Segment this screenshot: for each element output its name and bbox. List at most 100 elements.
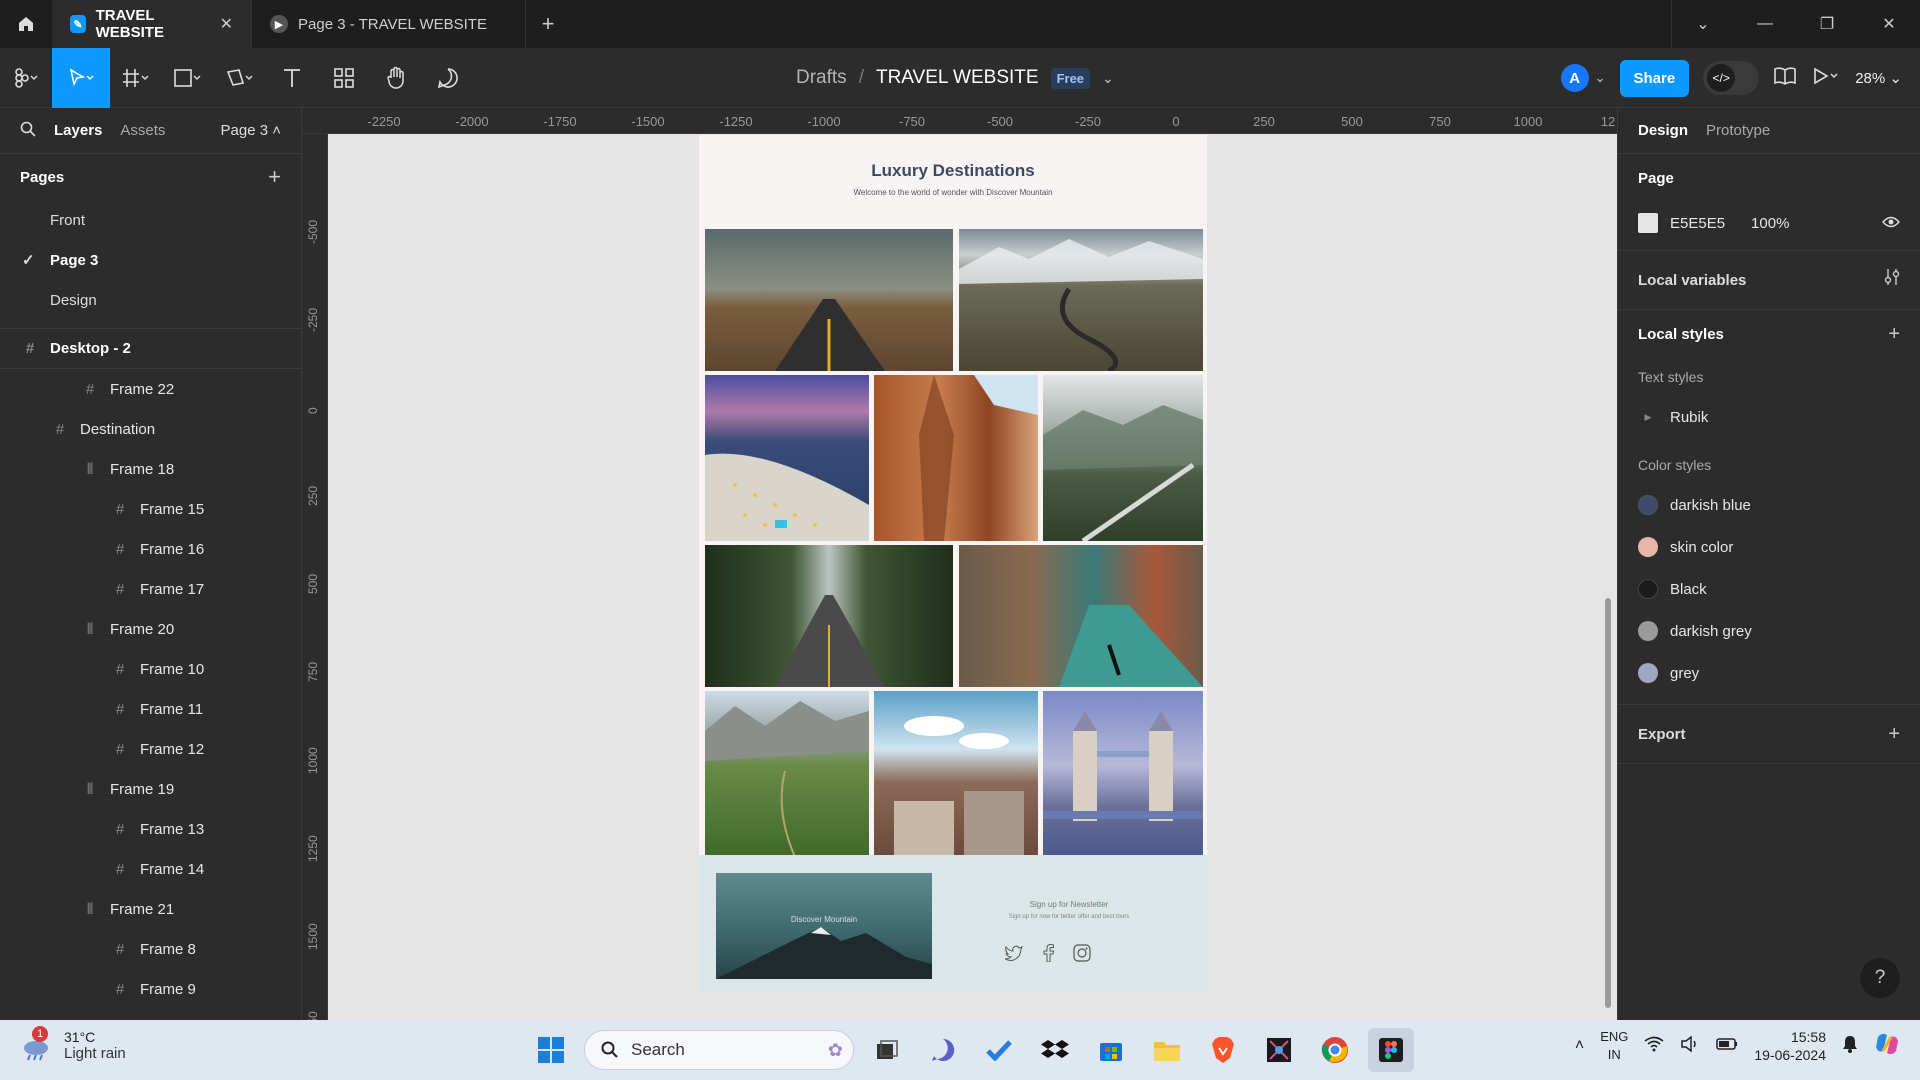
eye-icon[interactable] xyxy=(1882,215,1900,232)
clock[interactable]: 15:58 19-06-2024 xyxy=(1754,1028,1826,1064)
tab-prototype[interactable]: Prototype xyxy=(1706,122,1770,139)
tab-assets[interactable]: Assets xyxy=(120,122,165,139)
layer-row[interactable]: # Destination xyxy=(0,409,301,449)
restore-button[interactable]: ❐ xyxy=(1796,0,1858,48)
close-tab-icon[interactable]: ✕ xyxy=(220,14,233,34)
snipping-app-icon[interactable] xyxy=(1256,1028,1302,1072)
file-name[interactable]: TRAVEL WEBSITE xyxy=(876,67,1039,89)
layer-row[interactable]: # Frame 15 xyxy=(0,489,301,529)
layer-row[interactable]: # Frame 17 xyxy=(0,569,301,609)
add-export-button[interactable]: + xyxy=(1888,723,1900,746)
volume-icon[interactable] xyxy=(1680,1034,1700,1057)
photo-city-madrid[interactable] xyxy=(874,691,1038,857)
shape-tool-button[interactable] xyxy=(162,48,214,108)
weather-widget[interactable]: 1 31°C Light rain xyxy=(20,1026,126,1062)
chevron-down-icon[interactable]: ⌄ xyxy=(1672,0,1734,48)
sliders-icon[interactable] xyxy=(1884,268,1900,292)
task-view-icon[interactable] xyxy=(864,1028,910,1072)
page-background-row[interactable]: E5E5E5 100% xyxy=(1638,202,1900,244)
photo-mountain-road[interactable] xyxy=(959,229,1203,371)
layer-row[interactable]: # Frame 22 xyxy=(0,369,301,409)
color-style-item[interactable]: skin color xyxy=(1638,526,1900,568)
figma-app-icon[interactable] xyxy=(1368,1028,1414,1072)
add-page-button[interactable]: + xyxy=(268,164,281,190)
main-menu-icon[interactable] xyxy=(0,48,52,108)
chevron-down-icon[interactable]: ⌄ xyxy=(1102,70,1114,87)
dropbox-icon[interactable] xyxy=(1032,1028,1078,1072)
copilot-icon[interactable] xyxy=(1874,1031,1900,1062)
photo-venice-canal[interactable] xyxy=(959,545,1203,687)
layer-row[interactable]: # Frame 9 xyxy=(0,969,301,1009)
dev-mode-toggle[interactable]: </> xyxy=(1703,61,1760,95)
facebook-icon[interactable] xyxy=(1038,943,1058,963)
zoom-level[interactable]: 28% ⌄ xyxy=(1855,69,1902,87)
pen-tool-button[interactable] xyxy=(214,48,266,108)
photo-forest-road[interactable] xyxy=(705,545,953,687)
page-selector[interactable]: Page 3 ˄ xyxy=(221,122,281,139)
minimize-button[interactable]: — xyxy=(1734,0,1796,48)
local-variables-row[interactable]: Local variables xyxy=(1638,251,1900,309)
photo-desert-road[interactable] xyxy=(705,229,953,371)
color-style-item[interactable]: darkish blue xyxy=(1638,484,1900,526)
layer-row[interactable]: # Frame 16 xyxy=(0,529,301,569)
tab-travel-website[interactable]: ✎ TRAVEL WEBSITE ✕ xyxy=(52,0,252,48)
present-play-icon[interactable] xyxy=(1811,66,1841,91)
photo-green-valley[interactable] xyxy=(705,691,869,857)
layer-row[interactable]: # Desktop - 2 xyxy=(0,329,301,369)
page-color-value[interactable]: E5E5E5 xyxy=(1670,215,1725,232)
frame-tool-button[interactable] xyxy=(110,48,162,108)
microsoft-store-icon[interactable] xyxy=(1088,1028,1134,1072)
resources-tool-button[interactable] xyxy=(318,48,370,108)
twitter-icon[interactable] xyxy=(1004,943,1024,963)
instagram-icon[interactable] xyxy=(1072,943,1092,963)
page-item-design[interactable]: Design xyxy=(0,280,301,320)
hand-tool-button[interactable] xyxy=(370,48,422,108)
tab-layers[interactable]: Layers xyxy=(54,122,102,139)
library-book-icon[interactable] xyxy=(1773,66,1797,91)
comment-tool-button[interactable] xyxy=(422,48,474,108)
layer-row[interactable]: ⦀ Frame 21 xyxy=(0,889,301,929)
layer-row[interactable]: ⦀ Frame 20 xyxy=(0,609,301,649)
new-tab-button[interactable]: + xyxy=(526,11,570,37)
layer-row[interactable]: # Frame 12 xyxy=(0,729,301,769)
tab-page3-prototype[interactable]: ▶ Page 3 - TRAVEL WEBSITE xyxy=(252,0,526,48)
language-indicator[interactable]: ENG IN xyxy=(1600,1028,1628,1064)
text-style-item[interactable]: ▶ Rubik xyxy=(1638,396,1900,438)
wifi-icon[interactable] xyxy=(1644,1036,1664,1057)
avatar[interactable]: A xyxy=(1560,64,1589,92)
page-opacity-value[interactable]: 100% xyxy=(1751,215,1789,232)
vertical-scrollbar[interactable] xyxy=(1605,598,1611,1008)
layer-row[interactable]: # Frame 11 xyxy=(0,689,301,729)
share-button[interactable]: Share xyxy=(1619,59,1690,97)
chevron-down-icon[interactable]: ⌄ xyxy=(1595,70,1606,86)
battery-icon[interactable] xyxy=(1716,1037,1738,1055)
taskbar-search[interactable]: Search ✿ xyxy=(584,1030,854,1070)
help-button[interactable]: ? xyxy=(1860,958,1900,998)
design-frame-destinations[interactable]: Luxury Destinations Welcome to the world… xyxy=(699,135,1207,993)
layer-row[interactable]: ⦀ Frame 19 xyxy=(0,769,301,809)
color-style-item[interactable]: darkish grey xyxy=(1638,610,1900,652)
text-tool-button[interactable] xyxy=(266,48,318,108)
color-style-item[interactable]: Black xyxy=(1638,568,1900,610)
tab-design[interactable]: Design xyxy=(1638,122,1688,139)
chrome-icon[interactable] xyxy=(1312,1028,1358,1072)
canvas[interactable]: -2250 -2000 -1750 -1500 -1250 -1000 -750… xyxy=(302,108,1617,1020)
photo-canyon[interactable] xyxy=(874,375,1038,541)
photo-mountain-bridge[interactable] xyxy=(1043,375,1203,541)
search-icon[interactable] xyxy=(20,121,36,141)
layer-row[interactable]: # Frame 14 xyxy=(0,849,301,889)
page-item-front[interactable]: Front xyxy=(0,200,301,240)
notification-bell-icon[interactable] xyxy=(1842,1035,1858,1058)
close-window-button[interactable]: ✕ xyxy=(1858,0,1920,48)
file-explorer-icon[interactable] xyxy=(1144,1028,1190,1072)
chevron-up-icon[interactable]: ˄ xyxy=(1575,1037,1584,1055)
breadcrumb-drafts[interactable]: Drafts xyxy=(796,67,847,89)
chat-app-icon[interactable] xyxy=(920,1028,966,1072)
photo-santorini[interactable] xyxy=(705,375,869,541)
layer-row[interactable]: # Frame 13 xyxy=(0,809,301,849)
photo-tower-bridge[interactable] xyxy=(1043,691,1203,857)
layer-row[interactable]: # Frame 10 xyxy=(0,649,301,689)
layer-row[interactable]: # Frame 8 xyxy=(0,929,301,969)
todo-app-icon[interactable] xyxy=(976,1028,1022,1072)
page-item-page3[interactable]: ✓ Page 3 xyxy=(0,240,301,280)
